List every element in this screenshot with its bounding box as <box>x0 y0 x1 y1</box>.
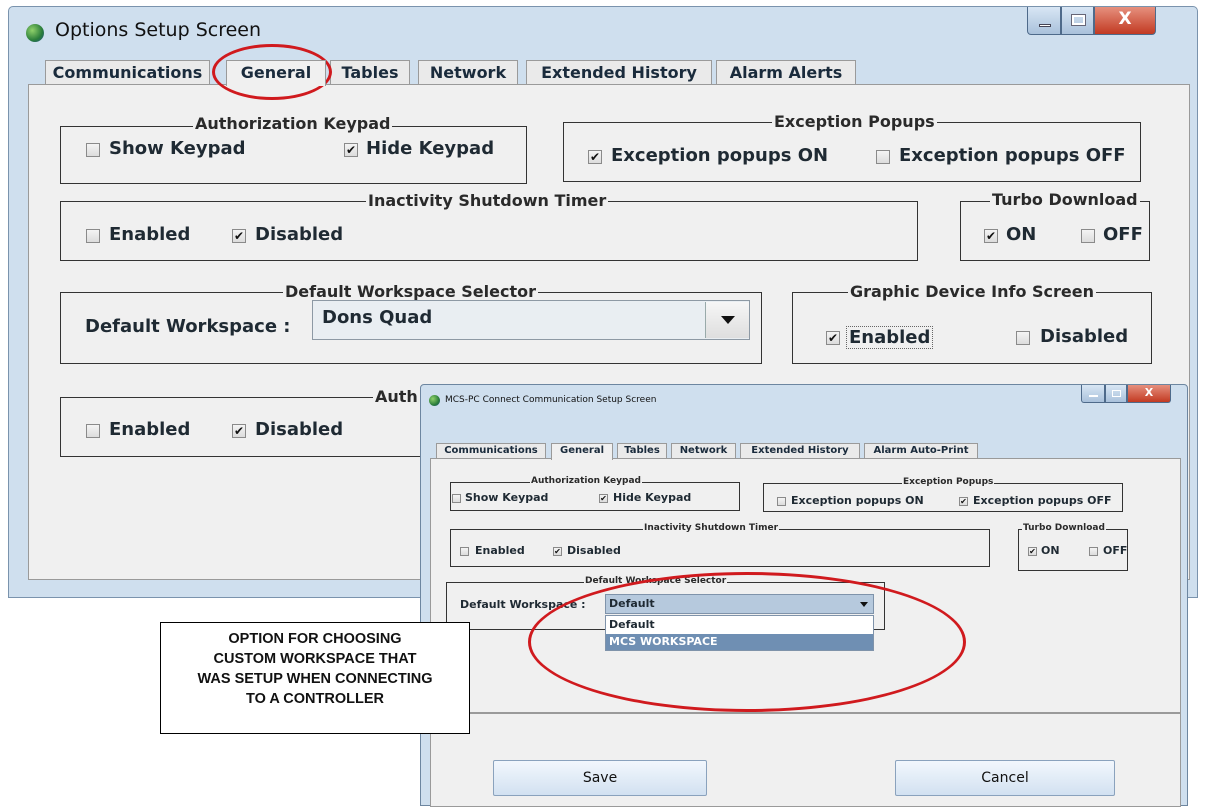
tab-extended-history[interactable]: Extended History <box>526 60 712 85</box>
tab-alarm-alerts[interactable]: Alarm Alerts <box>716 60 856 85</box>
popup-inactivity-disabled-label: Disabled <box>567 544 621 557</box>
close-button[interactable]: X <box>1094 7 1156 35</box>
exception-popups-title: Exception Popups <box>772 112 937 131</box>
popup-turbo-title: Turbo Download <box>1022 523 1106 533</box>
popup-exception-on-checkbox[interactable] <box>777 497 786 506</box>
tab-network[interactable]: Network <box>418 60 518 85</box>
popup-inactivity-group <box>450 529 990 567</box>
turbo-on-label: ON <box>1006 224 1037 245</box>
popup-show-keypad-checkbox[interactable] <box>452 494 461 503</box>
exception-off-label: Exception popups OFF <box>899 145 1126 166</box>
chevron-down-icon[interactable] <box>705 302 749 338</box>
graphic-disabled-checkbox[interactable] <box>1016 331 1030 345</box>
show-keypad-checkbox[interactable] <box>86 143 100 157</box>
title-bar: Options Setup Screen X <box>9 7 1197 53</box>
turbo-download-title: Turbo Download <box>990 190 1140 209</box>
popup-turbo-on-checkbox[interactable]: ✔ <box>1028 547 1037 556</box>
callout-line: CUSTOM WORKSPACE THAT <box>213 651 417 667</box>
auth-partial-title: Auth <box>373 387 420 406</box>
turbo-on-checkbox[interactable]: ✔ <box>984 229 998 243</box>
callout-note: OPTION FOR CHOOSING CUSTOM WORKSPACE THA… <box>160 622 470 734</box>
popup-inactivity-disabled-checkbox[interactable]: ✔ <box>553 547 562 556</box>
inactivity-disabled-label: Disabled <box>255 224 344 245</box>
graphic-disabled-label: Disabled <box>1040 326 1129 347</box>
exception-on-label: Exception popups ON <box>611 145 829 166</box>
app-globe-icon <box>26 24 44 42</box>
graphic-enabled-checkbox[interactable]: ✔ <box>826 331 840 345</box>
popup-tab-communications[interactable]: Communications <box>436 443 546 459</box>
callout-line: WAS SETUP WHEN CONNECTING <box>197 671 433 687</box>
workspace-combo[interactable]: Dons Quad <box>312 300 750 340</box>
close-icon: X <box>1118 9 1132 29</box>
popup-exception-off-checkbox[interactable]: ✔ <box>959 497 968 506</box>
popup-hide-keypad-label: Hide Keypad <box>613 491 692 504</box>
popup-auth-keypad-title: Authorization Keypad <box>530 476 642 486</box>
popup-maximize-button[interactable] <box>1105 385 1127 403</box>
popup-window-title: MCS-PC Connect Communication Setup Scree… <box>445 395 657 405</box>
workspace-highlight-ring <box>528 572 966 712</box>
popup-tab-network[interactable]: Network <box>671 443 736 459</box>
auth-partial-disabled-label: Disabled <box>255 419 344 440</box>
popup-inactivity-title: Inactivity Shutdown Timer <box>643 523 780 533</box>
popup-hide-keypad-checkbox[interactable]: ✔ <box>599 494 608 503</box>
maximize-button[interactable] <box>1061 7 1094 35</box>
close-icon: X <box>1144 386 1154 399</box>
popup-turbo-off-label: OFF <box>1103 544 1128 557</box>
popup-minimize-button[interactable] <box>1081 385 1105 403</box>
callout-line: TO A CONTROLLER <box>245 691 384 707</box>
save-button[interactable]: Save <box>493 760 707 796</box>
auth-partial-enabled-label: Enabled <box>109 419 191 440</box>
turbo-off-label: OFF <box>1103 224 1143 245</box>
inactivity-enabled-label: Enabled <box>109 224 191 245</box>
popup-exception-title: Exception Popups <box>902 477 995 487</box>
popup-turbo-on-label: ON <box>1041 544 1060 557</box>
minimize-icon <box>1039 24 1051 27</box>
window-title: Options Setup Screen <box>55 19 262 41</box>
auth-keypad-title: Authorization Keypad <box>193 114 393 133</box>
maximize-icon <box>1071 14 1086 26</box>
inactivity-enabled-checkbox[interactable] <box>86 229 100 243</box>
workspace-combo-value: Dons Quad <box>322 307 433 328</box>
exception-off-checkbox[interactable] <box>876 150 890 164</box>
popup-inactivity-enabled-label: Enabled <box>475 544 525 557</box>
minimize-button[interactable] <box>1027 7 1061 35</box>
popup-exception-on-label: Exception popups ON <box>791 494 924 507</box>
maximize-icon <box>1112 390 1121 397</box>
workspace-selector-title: Default Workspace Selector <box>283 282 538 301</box>
graphic-enabled-label: Enabled <box>846 326 934 349</box>
popup-tab-extended-history[interactable]: Extended History <box>740 443 860 459</box>
inactivity-title: Inactivity Shutdown Timer <box>366 191 609 210</box>
inactivity-disabled-checkbox[interactable]: ✔ <box>232 229 246 243</box>
auth-partial-disabled-checkbox[interactable]: ✔ <box>232 424 246 438</box>
cancel-button[interactable]: Cancel <box>895 760 1115 796</box>
minimize-icon <box>1089 395 1098 397</box>
tab-communications[interactable]: Communications <box>45 60 210 85</box>
hide-keypad-label: Hide Keypad <box>366 138 495 159</box>
callout-line: OPTION FOR CHOOSING <box>228 631 402 647</box>
auth-partial-enabled-checkbox[interactable] <box>86 424 100 438</box>
popup-show-keypad-label: Show Keypad <box>465 491 549 504</box>
tab-tables[interactable]: Tables <box>330 60 410 85</box>
hide-keypad-checkbox[interactable]: ✔ <box>344 143 358 157</box>
show-keypad-label: Show Keypad <box>109 138 246 159</box>
turbo-off-checkbox[interactable] <box>1081 229 1095 243</box>
popup-tab-alarm-auto-print[interactable]: Alarm Auto-Print <box>864 443 978 459</box>
popup-close-button[interactable]: X <box>1127 385 1171 403</box>
popup-inactivity-enabled-checkbox[interactable] <box>460 547 469 556</box>
popup-tab-general[interactable]: General <box>551 443 613 460</box>
app-globe-icon <box>429 395 440 406</box>
popup-tab-tables[interactable]: Tables <box>617 443 667 459</box>
exception-on-checkbox[interactable]: ✔ <box>588 150 602 164</box>
tab-general[interactable]: General <box>226 60 326 86</box>
graphic-info-title: Graphic Device Info Screen <box>848 282 1097 301</box>
popup-turbo-off-checkbox[interactable] <box>1089 547 1098 556</box>
workspace-label: Default Workspace : <box>85 316 291 337</box>
popup-exception-off-label: Exception popups OFF <box>973 494 1112 507</box>
